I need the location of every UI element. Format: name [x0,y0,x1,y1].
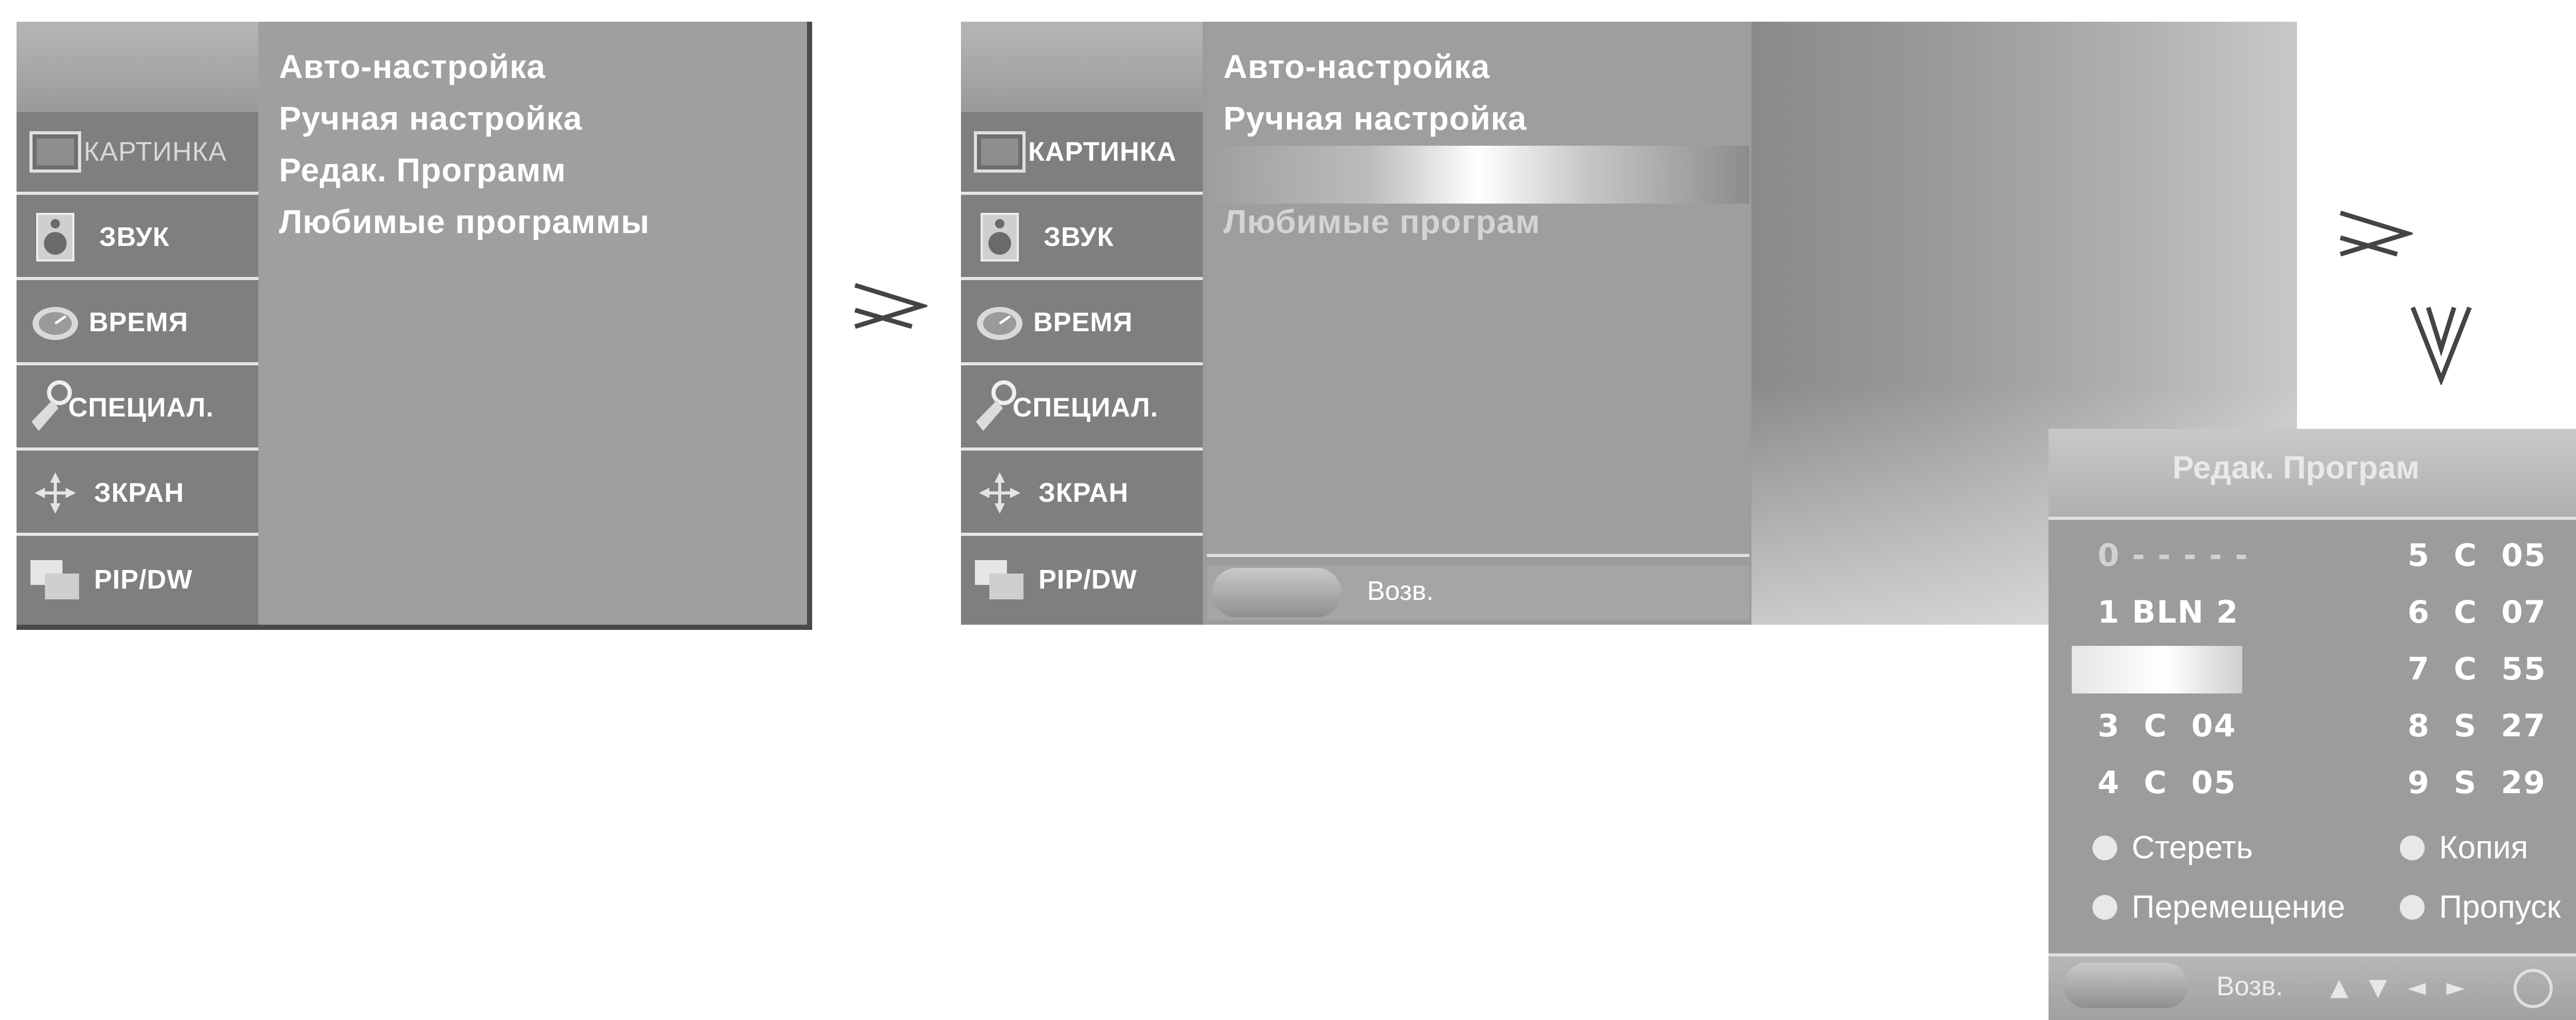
color-key-icon [2400,894,2425,920]
down-arrow-icon [2408,302,2475,388]
delete-action[interactable]: Стереть [2092,829,2253,866]
programme-entry[interactable]: 0 - - - - - [2098,537,2249,574]
dialog-titlebar: Редак. Програм [2049,429,2576,520]
color-key-icon [2092,894,2117,920]
sidebar-item-label: ЗВУК [99,222,170,252]
programme-entry[interactable]: 5 C 05 [2408,537,2547,574]
programme-entry[interactable]: 7 C 55 [2408,651,2547,687]
clock-icon [971,294,1028,351]
menu-item-favourite-programmes[interactable]: Любимые программы [279,203,650,241]
screen-arrows-icon [27,465,84,521]
sidebar-item-pip[interactable]: PIP/DW [17,538,258,621]
sidebar-item-special[interactable]: СПЕЦИАЛ. [961,368,1203,451]
menu-item-edit-programmes[interactable]: Редак. Программ [279,151,566,189]
return-button-icon[interactable] [1212,568,1341,617]
skip-label: Пропуск [2439,889,2561,925]
speaker-icon [971,209,1028,266]
return-label: Возв. [2216,971,2283,1001]
next-step-arrow-icon [850,279,930,349]
clock-icon [27,294,84,351]
color-key-icon [2092,835,2117,860]
move-label: Перемещение [2132,889,2346,925]
color-key-icon [2400,835,2425,860]
edit-programmes-dialog: Редак. Програм 0 - - - - - 1 BLN 2 3 C 0… [2049,429,2576,1020]
sidebar-item-special[interactable]: СПЕЦИАЛ. [17,368,258,451]
sidebar-item-sound[interactable]: ЗВУК [17,197,258,280]
menu-item-edit-programmes-selected[interactable] [1207,146,1749,204]
return-button-icon[interactable] [2064,963,2188,1008]
programme-entry[interactable]: 6 C 07 [2408,594,2547,630]
sidebar-header [961,22,1203,112]
sidebar-item-label: СПЕЦИАЛ. [68,393,214,423]
pip-icon [27,551,84,608]
right-arrow-icon: ► [2446,973,2465,1001]
sidebar-header [17,22,258,112]
programme-entry[interactable]: 8 S 27 [2408,708,2546,744]
menu-item-manual-tuning[interactable]: Ручная настройка [1223,99,1527,137]
picture-icon [27,123,84,180]
menu-item-favourite-programmes[interactable]: Любимые програм [1223,203,1541,241]
sidebar-item-time[interactable]: ВРЕМЯ [17,283,258,365]
sidebar-item-label: ЗКРАН [1038,478,1129,508]
sidebar-item-pip[interactable]: PIP/DW [961,538,1203,621]
sidebar-item-label: ВРЕМЯ [1033,307,1133,337]
programme-entry[interactable]: 1 BLN 2 [2098,594,2239,630]
dialog-title: Редак. Програм [2172,450,2419,486]
speaker-icon [27,209,84,266]
sidebar-item-picture[interactable]: КАРТИНКА [961,112,1203,195]
programme-entry[interactable]: 4 C 05 [2098,765,2237,801]
programme-entry[interactable]: 9 S 29 [2408,765,2546,801]
menu-item-manual-tuning[interactable]: Ручная настройка [279,99,582,137]
programme-entry-selected[interactable] [2072,646,2242,693]
sidebar: КАРТИНКА ЗВУК ВРЕМЯ СПЕЦИАЛ. ЗКРАН PIP/D… [961,112,1203,625]
sidebar-item-picture[interactable]: КАРТИНКА [17,112,258,195]
sidebar-item-sound[interactable]: ЗВУК [961,197,1203,280]
move-action[interactable]: Перемещение [2092,889,2345,925]
sidebar-item-label: ЗКРАН [94,478,184,508]
tuning-submenu: Авто-настройка Ручная настройка Любимые … [1203,22,1751,625]
return-label: Возв. [1367,576,1434,606]
picture-icon [971,123,1028,180]
menu-footer: Возв. [1207,565,1749,620]
up-arrow-icon: ▲ [2330,973,2349,1001]
sidebar-item-label: PIP/DW [94,565,193,595]
sidebar: КАРТИНКА ЗВУК ВРЕМЯ СПЕЦИАЛ. ЗКРАН PIP/D… [17,112,258,625]
screen-arrows-icon [971,465,1028,521]
sidebar-item-screen[interactable]: ЗКРАН [17,453,258,536]
skip-action[interactable]: Пропуск [2400,889,2561,925]
sidebar-item-label: КАРТИНКА [1028,137,1177,167]
copy-action[interactable]: Копия [2400,829,2528,866]
sidebar-item-label: PIP/DW [1038,565,1137,595]
dialog-footer: Возв. ▲ ▼ ◄ ► [2049,953,2576,1020]
sidebar-item-label: КАРТИНКА [84,137,227,167]
tuning-submenu: Авто-настройка Ручная настройка Редак. П… [258,22,807,625]
menu-item-auto-tuning[interactable]: Авто-настройка [279,48,546,86]
menu-item-auto-tuning[interactable]: Авто-настройка [1223,48,1490,86]
sidebar-item-time[interactable]: ВРЕМЯ [961,283,1203,365]
sidebar-item-label: СПЕЦИАЛ. [1013,393,1159,423]
pip-icon [971,551,1028,608]
ok-button-icon[interactable] [2513,969,2553,1008]
sidebar-item-label: ЗВУК [1044,222,1114,252]
left-arrow-icon: ◄ [2408,973,2426,1001]
next-step-arrow-icon [2335,207,2416,276]
sidebar-item-screen[interactable]: ЗКРАН [961,453,1203,536]
programme-entry[interactable]: 3 C 04 [2098,708,2237,744]
main-menu-panel: КАРТИНКА ЗВУК ВРЕМЯ СПЕЦИАЛ. ЗКРАН PIP/D… [17,22,812,630]
sidebar-item-label: ВРЕМЯ [89,307,189,337]
delete-label: Стереть [2132,830,2253,866]
copy-label: Копия [2439,830,2528,866]
down-arrow-icon: ▼ [2369,973,2387,1001]
